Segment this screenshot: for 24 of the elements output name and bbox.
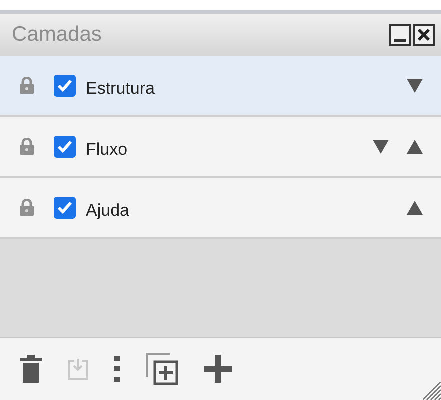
minimize-icon[interactable] bbox=[389, 24, 411, 46]
panel-title: Camadas bbox=[12, 22, 102, 48]
close-icon[interactable] bbox=[413, 24, 435, 46]
move-up-icon[interactable] bbox=[407, 200, 423, 214]
duplicate-icon[interactable] bbox=[146, 353, 178, 385]
layer-name: Estrutura bbox=[86, 78, 155, 100]
layer-row[interactable]: Ajuda bbox=[0, 178, 441, 239]
move-up-icon[interactable] bbox=[407, 140, 423, 154]
layer-name: Ajuda bbox=[86, 200, 130, 222]
layer-row[interactable]: Fluxo bbox=[0, 117, 441, 178]
checkbox[interactable] bbox=[54, 196, 76, 218]
layer-name: Fluxo bbox=[86, 138, 128, 161]
add-icon[interactable] bbox=[204, 355, 232, 383]
lock-icon[interactable] bbox=[20, 138, 34, 155]
layer-row[interactable]: Estrutura bbox=[0, 56, 441, 117]
move-down-icon[interactable] bbox=[373, 140, 389, 154]
checkbox[interactable] bbox=[54, 74, 76, 96]
more-icon[interactable] bbox=[114, 356, 120, 382]
resize-grip-icon[interactable] bbox=[423, 382, 441, 400]
lock-icon[interactable] bbox=[20, 199, 34, 216]
checkbox[interactable] bbox=[54, 136, 76, 158]
move-down-icon[interactable] bbox=[407, 78, 423, 92]
lock-icon[interactable] bbox=[20, 77, 34, 94]
trash-icon[interactable] bbox=[20, 355, 42, 383]
